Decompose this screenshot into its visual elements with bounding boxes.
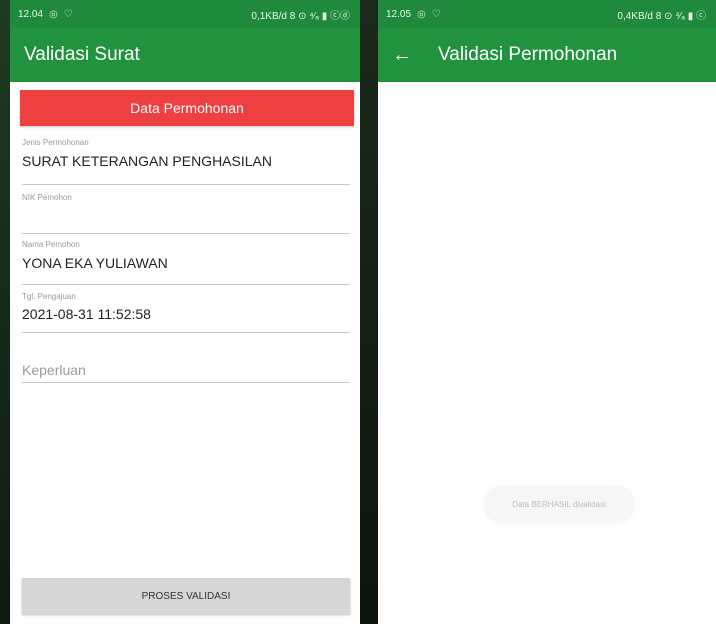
whatsapp-icon: ◎	[49, 8, 58, 20]
phone-screen-validasi-permohonan: 12.05 ◎ ♡ 0,4KB/d 8 ⊙ ⁴⁄ₐ ▮ ⓒ ← Validasi…	[378, 0, 716, 624]
status-left: 12.04 ◎ ♡	[18, 9, 73, 20]
status-right: 0,4KB/d 8 ⊙ ⁴⁄ₐ ▮ ⓒ	[617, 7, 706, 22]
status-left: 12.05 ◎ ♡	[386, 9, 441, 20]
status-bar: 12.04 ◎ ♡ 0,1KB/d 8 ⊙ ⁴⁄ₐ ▮ ⓒⓓ	[10, 0, 360, 28]
status-right-text: 0,4KB/d 8 ⊙ ⁴⁄ₐ ▮ ⓒ	[617, 10, 706, 22]
field-jenis-permohonan[interactable]: Jenis Permohonan SURAT KETERANGAN PENGHA…	[22, 138, 350, 185]
field-label: Jenis Permohonan	[22, 138, 89, 147]
status-time: 12.05	[386, 8, 412, 20]
status-right: 0,1KB/d 8 ⊙ ⁴⁄ₐ ▮ ⓒⓓ	[251, 7, 350, 22]
field-value: YONA EKA YULIAWAN	[22, 255, 168, 271]
app-bar: Validasi Surat	[10, 28, 360, 82]
section-header: Data Permohonan	[20, 90, 354, 126]
status-right-text: 0,1KB/d 8 ⊙ ⁴⁄ₐ ▮ ⓒⓓ	[251, 10, 350, 22]
shield-icon: ♡	[431, 8, 441, 20]
status-time: 12.04	[18, 8, 44, 20]
field-label: Tgl. Pengajuan	[22, 292, 76, 301]
section-header-label: Data Permohonan	[130, 100, 244, 116]
phone-screen-validasi-surat: 12.04 ◎ ♡ 0,1KB/d 8 ⊙ ⁴⁄ₐ ▮ ⓒⓓ Validasi …	[10, 0, 360, 624]
field-keperluan[interactable]: Keperluan	[22, 362, 350, 383]
toast-text: Data BERHASIL divalidasi	[512, 499, 606, 509]
field-value: 2021-08-31 11:52:58	[22, 306, 151, 322]
field-placeholder: Keperluan	[22, 362, 86, 378]
field-nama-pemohon[interactable]: Nama Pemohon YONA EKA YULIAWAN	[22, 240, 350, 285]
field-value: SURAT KETERANGAN PENGHASILAN	[22, 153, 272, 169]
back-arrow-icon[interactable]: ←	[392, 44, 438, 67]
field-nik-pemohon[interactable]: NIK Pemohon	[22, 193, 350, 234]
page-title: Validasi Permohonan	[438, 44, 618, 65]
status-bar: 12.05 ◎ ♡ 0,4KB/d 8 ⊙ ⁴⁄ₐ ▮ ⓒ	[378, 0, 716, 28]
toast-message: Data BERHASIL divalidasi	[484, 486, 634, 522]
field-label: Nama Pemohon	[22, 240, 80, 249]
field-label: NIK Pemohon	[22, 193, 72, 202]
proses-validasi-button[interactable]: PROSES VALIDASI	[22, 578, 350, 614]
field-tgl-pengajuan[interactable]: Tgl. Pengajuan 2021-08-31 11:52:58	[22, 292, 350, 333]
background-divider	[358, 0, 378, 624]
whatsapp-icon: ◎	[417, 8, 426, 20]
app-bar: ← Validasi Permohonan	[378, 28, 716, 82]
page-title: Validasi Surat	[24, 44, 140, 65]
shield-icon: ♡	[63, 8, 73, 20]
